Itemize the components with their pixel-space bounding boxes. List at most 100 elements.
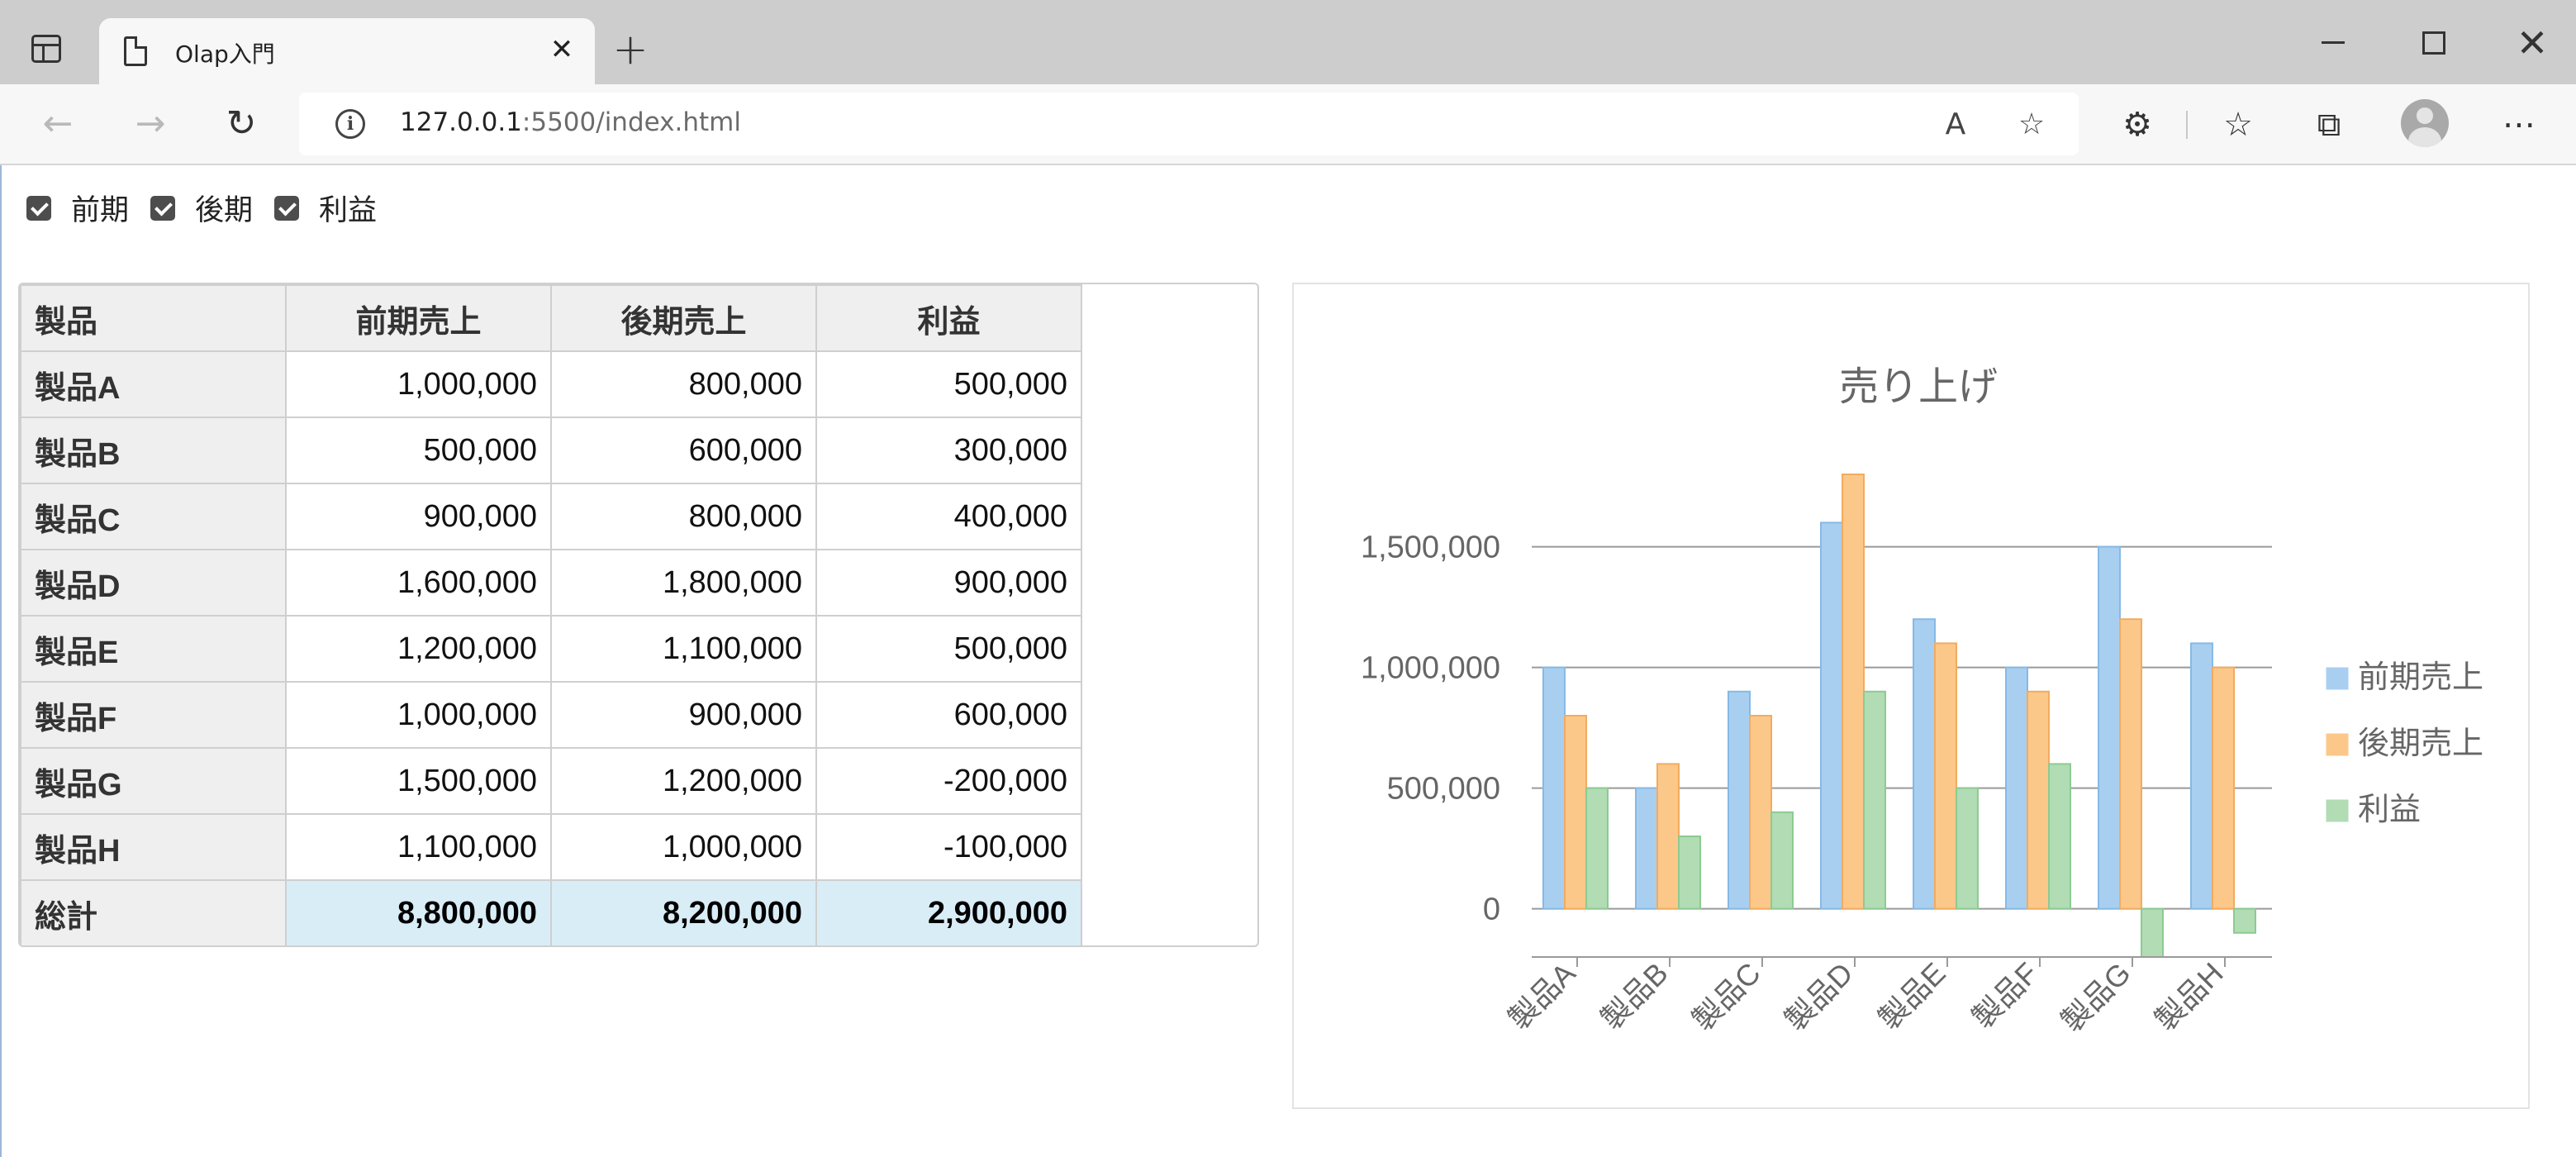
y-tick-label: 1,500,000 — [1361, 531, 1500, 565]
bar — [2098, 545, 2121, 910]
bar — [2005, 666, 2028, 910]
y-tick-label: 1,000,000 — [1361, 651, 1500, 686]
checkbox-profit[interactable] — [274, 195, 300, 221]
active-tab[interactable]: Olap入門 ✕ — [99, 18, 595, 86]
bar — [1635, 787, 1658, 910]
bar — [1863, 690, 1886, 910]
bar — [1842, 474, 1865, 910]
bar — [1820, 521, 1843, 910]
row-header-cell: 製品C — [20, 483, 287, 550]
read-aloud-icon[interactable]: A — [1937, 106, 1975, 144]
bar — [1564, 715, 1587, 910]
table-header-row: 製品 前期売上 後期売上 利益 — [20, 284, 1082, 352]
column-header[interactable]: 後期売上 — [550, 284, 817, 352]
sales-table-container: 製品 前期売上 後期売上 利益 製品A 1,000,000 800,000 500,0… — [18, 283, 1259, 947]
bar — [2048, 763, 2071, 910]
more-options-icon[interactable]: ⋯ — [2497, 102, 2541, 147]
table-cell: 900,000 — [285, 483, 552, 550]
bar — [2119, 618, 2142, 910]
bar — [2141, 907, 2164, 958]
row-header-cell: 総計 — [20, 879, 287, 945]
table-cell: 500,000 — [815, 615, 1082, 683]
table-cell: 2,900,000 — [815, 879, 1082, 945]
table-cell: -100,000 — [815, 813, 1082, 881]
table-row: 製品G 1,500,000 1,200,000 -200,000 — [20, 747, 1082, 815]
add-favorite-icon[interactable]: ☆ — [2013, 106, 2051, 144]
table-cell: 500,000 — [815, 350, 1082, 418]
row-header-cell: 製品E — [20, 615, 287, 683]
table-cell: 400,000 — [815, 483, 1082, 550]
bar — [1770, 811, 1794, 910]
table-row: 製品E 1,200,000 1,100,000 500,000 — [20, 615, 1082, 683]
y-tick-label: 500,000 — [1387, 772, 1500, 807]
bar — [1956, 787, 1979, 910]
x-tick-label: 製品D — [1778, 956, 1859, 1037]
minimize-icon[interactable] — [2322, 41, 2345, 44]
legend-swatch — [2326, 799, 2349, 822]
extensions-icon[interactable]: ⚙ — [2115, 102, 2160, 147]
checkbox-label: 利益 — [319, 194, 378, 227]
column-header[interactable]: 製品 — [20, 284, 287, 352]
filter-item-profit[interactable]: 利益 — [274, 187, 377, 229]
refresh-icon[interactable]: ↻ — [220, 102, 263, 145]
table-cell: 1,500,000 — [285, 747, 552, 815]
x-tick-label: 製品C — [1685, 956, 1766, 1037]
bar — [2233, 907, 2256, 934]
page-content: 前期 後期 利益 製品 前期売上 後期売上 利益 製品A 1,000,000 800… — [0, 165, 2576, 1157]
table-cell: 500,000 — [285, 417, 552, 484]
toolbar-divider — [2186, 111, 2188, 139]
table-cell: 800,000 — [550, 483, 817, 550]
table-cell: 900,000 — [815, 549, 1082, 617]
sales-chart-card: 売り上げ 0 500,000 1,000,000 1,500,000 製品A 製品B 製品C 製… — [1292, 283, 2530, 1109]
table-cell: 1,000,000 — [285, 350, 552, 418]
favorites-icon[interactable]: ☆ — [2216, 102, 2260, 147]
table-cell: 1,100,000 — [550, 615, 817, 683]
column-header[interactable]: 利益 — [815, 284, 1082, 352]
x-tick-label: 製品F — [1965, 956, 2044, 1035]
table-row: 製品A 1,000,000 800,000 500,000 — [20, 350, 1082, 418]
table-row: 製品D 1,600,000 1,800,000 900,000 — [20, 549, 1082, 617]
sales-chart: 売り上げ0500,0001,000,0001,500,000製品A 製品B 製品C 製… — [1361, 365, 2483, 1039]
x-tick-label: 製品B — [1595, 956, 1675, 1036]
new-tab-icon[interactable]: + — [611, 28, 649, 71]
back-arrow-icon[interactable]: ← — [36, 102, 79, 145]
y-tick-label: 0 — [1483, 893, 1500, 927]
filter-checkboxes: 前期 後期 利益 — [26, 187, 398, 229]
bar — [2212, 666, 2235, 910]
forward-arrow-icon[interactable]: → — [129, 102, 172, 145]
row-header-cell: 製品G — [20, 747, 287, 815]
x-tick-label: 製品G — [2055, 956, 2137, 1039]
close-tab-icon[interactable]: ✕ — [545, 33, 578, 66]
address-bar[interactable]: i 127.0.0.1:5500/index.html A ☆ — [299, 93, 2079, 155]
table-cell: 600,000 — [815, 681, 1082, 749]
bar — [1934, 642, 1957, 910]
table-row: 製品H 1,100,000 1,000,000 -100,000 — [20, 813, 1082, 881]
bar — [2190, 642, 2213, 910]
bar — [1749, 715, 1772, 910]
row-header-cell: 製品B — [20, 417, 287, 484]
checkbox-h2[interactable] — [150, 195, 176, 221]
table-cell: 1,200,000 — [285, 615, 552, 683]
x-tick-label: 製品H — [2148, 956, 2229, 1037]
filter-item-h1[interactable]: 前期 — [26, 187, 129, 229]
legend-swatch — [2326, 733, 2349, 756]
column-header[interactable]: 前期売上 — [285, 284, 552, 352]
profile-avatar[interactable] — [2401, 99, 2449, 147]
maximize-icon[interactable] — [2422, 31, 2445, 55]
table-cell: 1,000,000 — [285, 681, 552, 749]
url-text[interactable]: 127.0.0.1:5500/index.html — [400, 107, 741, 137]
sales-table: 製品 前期売上 後期売上 利益 製品A 1,000,000 800,000 500,0… — [20, 284, 1082, 945]
checkbox-h1[interactable] — [26, 195, 51, 221]
checkbox-label: 後期 — [195, 194, 254, 227]
window-close-icon[interactable]: ✕ — [2512, 18, 2553, 68]
row-header-cell: 製品D — [20, 549, 287, 617]
table-row: 製品B 500,000 600,000 300,000 — [20, 417, 1082, 484]
tab-actions-icon[interactable] — [31, 35, 61, 63]
row-header-cell: 製品A — [20, 350, 287, 418]
table-cell: 1,800,000 — [550, 549, 817, 617]
filter-item-h2[interactable]: 後期 — [150, 187, 253, 229]
browser-toolbar: ← → ↻ i 127.0.0.1:5500/index.html A ☆ ⚙ … — [0, 84, 2576, 165]
collections-icon[interactable]: ⧉ — [2307, 102, 2351, 147]
table-cell: 800,000 — [550, 350, 817, 418]
site-info-icon[interactable]: i — [335, 109, 365, 139]
